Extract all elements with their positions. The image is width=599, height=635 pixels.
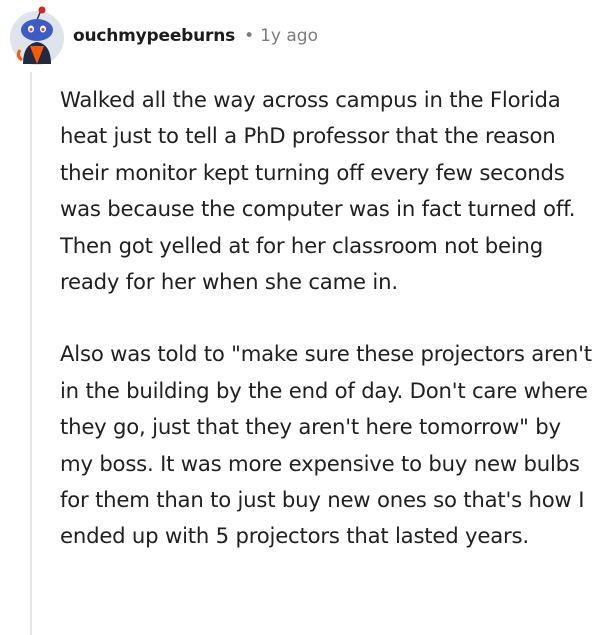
comment-author[interactable]: ouchmypeeburns — [73, 26, 235, 46]
snoo-avatar-icon — [10, 6, 64, 65]
comment-paragraph: Also was told to "make sure these projec… — [60, 341, 592, 549]
comment-header: ouchmypeeburns • 1y ago — [8, 4, 318, 68]
comment-paragraph: Walked all the way across campus in the … — [60, 87, 576, 295]
comment-body: Walked all the way across campus in the … — [60, 82, 595, 555]
comment-age: 1y ago — [260, 26, 318, 46]
avatar[interactable] — [8, 6, 66, 66]
thread-line[interactable] — [30, 72, 32, 635]
meta-separator: • — [244, 26, 255, 46]
